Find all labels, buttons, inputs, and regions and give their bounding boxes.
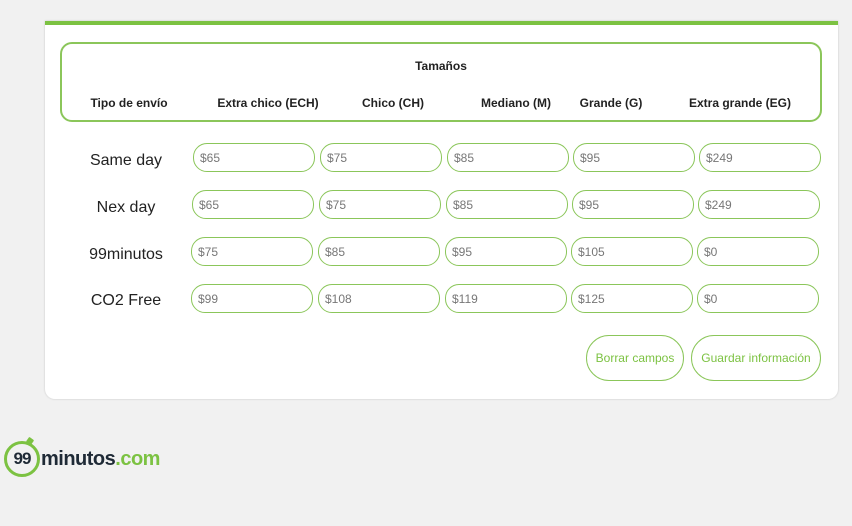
row-label-same-day: Same day — [89, 152, 163, 169]
logo-suffix: .com — [115, 447, 160, 470]
price-input-co2-free-ech[interactable] — [191, 284, 313, 313]
sizes-title: Tamaños — [415, 59, 467, 73]
table-header: Tamaños Tipo de envío Extra chico (ECH) … — [60, 42, 822, 122]
col-header-m: Mediano (M) — [481, 96, 551, 110]
col-header-eg: Extra grande (EG) — [688, 96, 792, 110]
price-input-same-day-m[interactable] — [447, 143, 569, 172]
clear-fields-button[interactable]: Borrar campos — [586, 335, 684, 381]
row-label-co2-free: CO2 Free — [90, 292, 162, 309]
price-input-nex-day-ech[interactable] — [192, 190, 314, 219]
logo-prefix: 99 — [13, 449, 32, 468]
shipping-rates-card: Tamaños Tipo de envío Extra chico (ECH) … — [45, 21, 838, 399]
price-input-co2-free-m[interactable] — [445, 284, 567, 313]
price-input-99minutos-eg[interactable] — [697, 237, 819, 266]
row-label-nex-day: Nex day — [96, 199, 156, 216]
logo-wordmark: minutos.com — [41, 448, 160, 471]
price-input-nex-day-ch[interactable] — [319, 190, 441, 219]
price-input-99minutos-ech[interactable] — [191, 237, 313, 266]
col-header-ch: Chico (CH) — [362, 96, 424, 110]
stopwatch-icon: 99 — [4, 436, 40, 477]
price-input-same-day-ech[interactable] — [193, 143, 315, 172]
col-header-ech: Extra chico (ECH) — [217, 96, 319, 110]
price-input-same-day-ch[interactable] — [320, 143, 442, 172]
price-input-nex-day-m[interactable] — [446, 190, 568, 219]
price-input-99minutos-m[interactable] — [445, 237, 567, 266]
logo-word: minutos — [41, 447, 116, 470]
price-input-same-day-g[interactable] — [573, 143, 695, 172]
save-info-button[interactable]: Guardar información — [691, 335, 821, 381]
price-input-co2-free-g[interactable] — [571, 284, 693, 313]
price-input-co2-free-eg[interactable] — [697, 284, 819, 313]
price-input-same-day-eg[interactable] — [699, 143, 821, 172]
price-input-nex-day-g[interactable] — [572, 190, 694, 219]
price-input-nex-day-eg[interactable] — [698, 190, 820, 219]
price-input-co2-free-ch[interactable] — [318, 284, 440, 313]
ship-type-header: Tipo de envío — [90, 96, 168, 110]
col-header-g: Grande (G) — [579, 96, 643, 110]
brand-logo: 99 minutos.com — [4, 436, 160, 481]
price-input-99minutos-ch[interactable] — [318, 237, 440, 266]
row-label-99minutos: 99minutos — [89, 246, 163, 263]
price-input-99minutos-g[interactable] — [571, 237, 693, 266]
